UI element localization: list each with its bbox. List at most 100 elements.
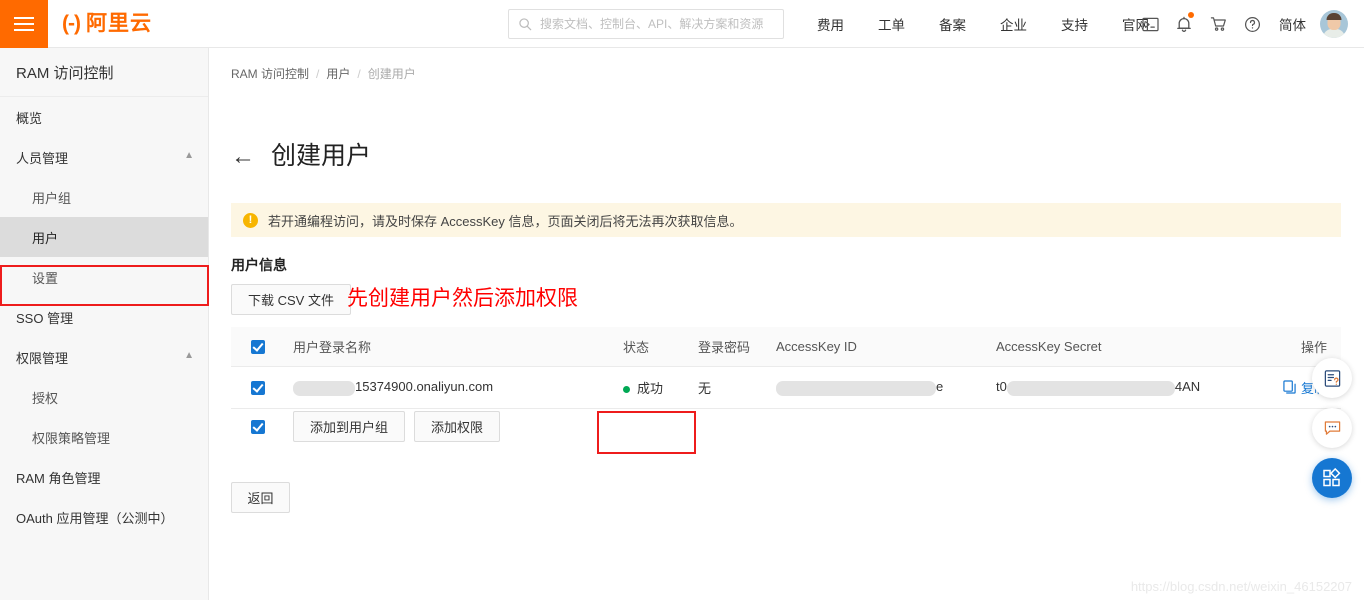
nav-link-fees[interactable]: 费用 (817, 14, 844, 34)
notification-badge-dot (1188, 12, 1194, 18)
chevron-up-icon: ▲ (184, 150, 194, 161)
nav-link-enterprise[interactable]: 企业 (1000, 14, 1027, 34)
sidebar-item-ram-roles[interactable]: RAM 角色管理 (0, 457, 208, 497)
apps-grid-fab[interactable] (1312, 458, 1352, 498)
sidebar-item-label: OAuth 应用管理（公测中） (16, 510, 174, 526)
sidebar-item-label: 授权 (32, 390, 59, 406)
bulk-select-checkbox[interactable] (251, 419, 265, 434)
bulk-actions-row: 添加到用户组 添加权限 (231, 411, 501, 442)
masked-username-prefix (293, 380, 355, 396)
sidebar-item-overview[interactable]: 概览 (0, 97, 208, 137)
breadcrumb: RAM 访问控制 / 用户 / 创建用户 (231, 65, 416, 82)
download-csv-button[interactable]: 下载 CSV 文件 (231, 284, 351, 315)
floating-action-stack (1312, 358, 1352, 498)
masked-accesskey-secret (1006, 380, 1175, 396)
main-content: RAM 访问控制 / 用户 / 创建用户 ← 创建用户 ! 若开通编程访问，请及… (209, 48, 1364, 600)
status-dot-icon (623, 386, 630, 394)
cart-icon[interactable] (1201, 0, 1235, 48)
bell-icon[interactable] (1167, 0, 1201, 48)
terminal-icon[interactable] (1133, 0, 1167, 48)
sidebar-item-label: 权限策略管理 (32, 430, 111, 446)
doc-question-icon (1324, 369, 1340, 387)
hamburger-menu-icon[interactable] (0, 0, 48, 48)
help-icon[interactable] (1235, 0, 1269, 48)
breadcrumb-separator: / (357, 66, 361, 81)
arrow-left-icon[interactable]: ← (231, 144, 255, 169)
doc-question-fab[interactable] (1312, 358, 1352, 398)
users-table: 用户登录名称 状态 登录密码 AccessKey ID AccessKey Se… (231, 327, 1341, 409)
alert-text: 若开通编程访问，请及时保存 AccessKey 信息，页面关闭后将无法再次获取信… (268, 213, 743, 229)
cell-username: 15374900.onaliyun.com (293, 379, 623, 396)
chevron-up-icon: ▲ (184, 350, 194, 361)
breadcrumb-item-ram[interactable]: RAM 访问控制 (231, 65, 309, 82)
column-header-password: 登录密码 (698, 340, 751, 355)
sidebar-item-label: 人员管理 (16, 150, 69, 166)
cell-accesskey-secret-prefix: t0 (996, 379, 1007, 395)
column-header-action: 操作 (1300, 340, 1327, 355)
annotation-box-add-permission (597, 411, 696, 454)
aliyun-mark-icon: (-) (62, 12, 81, 35)
breadcrumb-item-create-user: 创建用户 (367, 67, 416, 81)
sidebar-item-permission-management[interactable]: 权限管理 ▲ (0, 337, 208, 377)
masked-accesskey-id (776, 380, 936, 396)
avatar-body (1323, 29, 1345, 38)
select-all-checkbox[interactable] (251, 339, 265, 354)
annotation-text: 先创建用户然后添加权限 (347, 287, 578, 310)
column-header-status: 状态 (623, 340, 650, 355)
select-all-cell (231, 339, 293, 354)
accesskey-warning-banner: ! 若开通编程访问，请及时保存 AccessKey 信息，页面关闭后将无法再次获… (231, 203, 1341, 237)
nav-link-icp[interactable]: 备案 (939, 14, 966, 34)
cell-accesskey-secret: t0 4AN (996, 379, 1246, 396)
row-select-cell (231, 380, 293, 395)
breadcrumb-item-users[interactable]: 用户 (326, 65, 350, 82)
column-header-accesskey-id: AccessKey ID (776, 339, 857, 354)
table-row: 15374900.onaliyun.com 成功 无 e t0 4AN (231, 367, 1341, 409)
sidebar-item-sso-management[interactable]: SSO 管理 (0, 297, 208, 337)
sidebar-item-people-management[interactable]: 人员管理 ▲ (0, 137, 208, 177)
sidebar-item-label: 设置 (32, 270, 59, 286)
sidebar-item-authorization[interactable]: 授权 (0, 377, 208, 417)
sidebar-item-users[interactable]: 用户 (0, 217, 208, 257)
nav-link-support[interactable]: 支持 (1061, 14, 1088, 34)
chat-bubble-icon (1324, 421, 1340, 435)
page-header: ← 创建用户 (231, 144, 371, 169)
avatar-hair (1326, 13, 1342, 20)
search-input[interactable] (540, 17, 774, 31)
cell-status: 成功 (623, 378, 698, 397)
cell-username-text: 15374900.onaliyun.com (355, 379, 494, 395)
table-header-row: 用户登录名称 状态 登录密码 AccessKey ID AccessKey Se… (231, 327, 1341, 367)
breadcrumb-separator: / (316, 66, 320, 81)
sidebar-item-policy-management[interactable]: 权限策略管理 (0, 417, 208, 457)
sidebar-item-label: SSO 管理 (16, 310, 74, 326)
sidebar-item-label: 用户 (32, 230, 59, 246)
sidebar: RAM 访问控制 概览 人员管理 ▲ 用户组 用户 设置 SSO 管理 权限管理… (0, 48, 209, 600)
user-avatar[interactable] (1320, 10, 1348, 38)
top-nav-icons: 简体 (1133, 0, 1356, 48)
language-switcher[interactable]: 简体 (1279, 14, 1306, 34)
cell-password: 无 (698, 381, 712, 396)
add-permission-button[interactable]: 添加权限 (414, 411, 501, 442)
nav-link-tickets[interactable]: 工单 (878, 14, 905, 34)
page-root: (-) 阿里云 费用 工单 备案 企业 支持 官网 (0, 0, 1364, 600)
sidebar-title: RAM 访问控制 (0, 48, 208, 97)
column-header-accesskey-secret: AccessKey Secret (996, 339, 1102, 354)
section-title-user-info: 用户信息 (231, 257, 287, 273)
sidebar-item-oauth-apps[interactable]: OAuth 应用管理（公测中） (0, 497, 208, 537)
back-button[interactable]: 返回 (231, 482, 290, 513)
apps-grid-icon (1323, 468, 1341, 487)
global-search[interactable] (508, 9, 784, 39)
row-checkbox[interactable] (251, 380, 265, 395)
aliyun-logo[interactable]: (-) 阿里云 (62, 13, 152, 34)
cell-status-text: 成功 (637, 381, 664, 396)
sidebar-item-user-groups[interactable]: 用户组 (0, 177, 208, 217)
add-to-user-group-button[interactable]: 添加到用户组 (293, 411, 406, 442)
aliyun-brand-name: 阿里云 (85, 12, 152, 35)
sidebar-item-label: 用户组 (32, 190, 72, 206)
sidebar-item-label: 权限管理 (16, 350, 69, 366)
top-navigation-bar: (-) 阿里云 费用 工单 备案 企业 支持 官网 (0, 0, 1364, 48)
chat-bubble-fab[interactable] (1312, 408, 1352, 448)
sidebar-item-label: RAM 角色管理 (16, 470, 101, 486)
sidebar-item-settings[interactable]: 设置 (0, 257, 208, 297)
warning-icon: ! (243, 212, 258, 228)
watermark: https://blog.csdn.net/weixin_46152207 (1130, 579, 1352, 594)
